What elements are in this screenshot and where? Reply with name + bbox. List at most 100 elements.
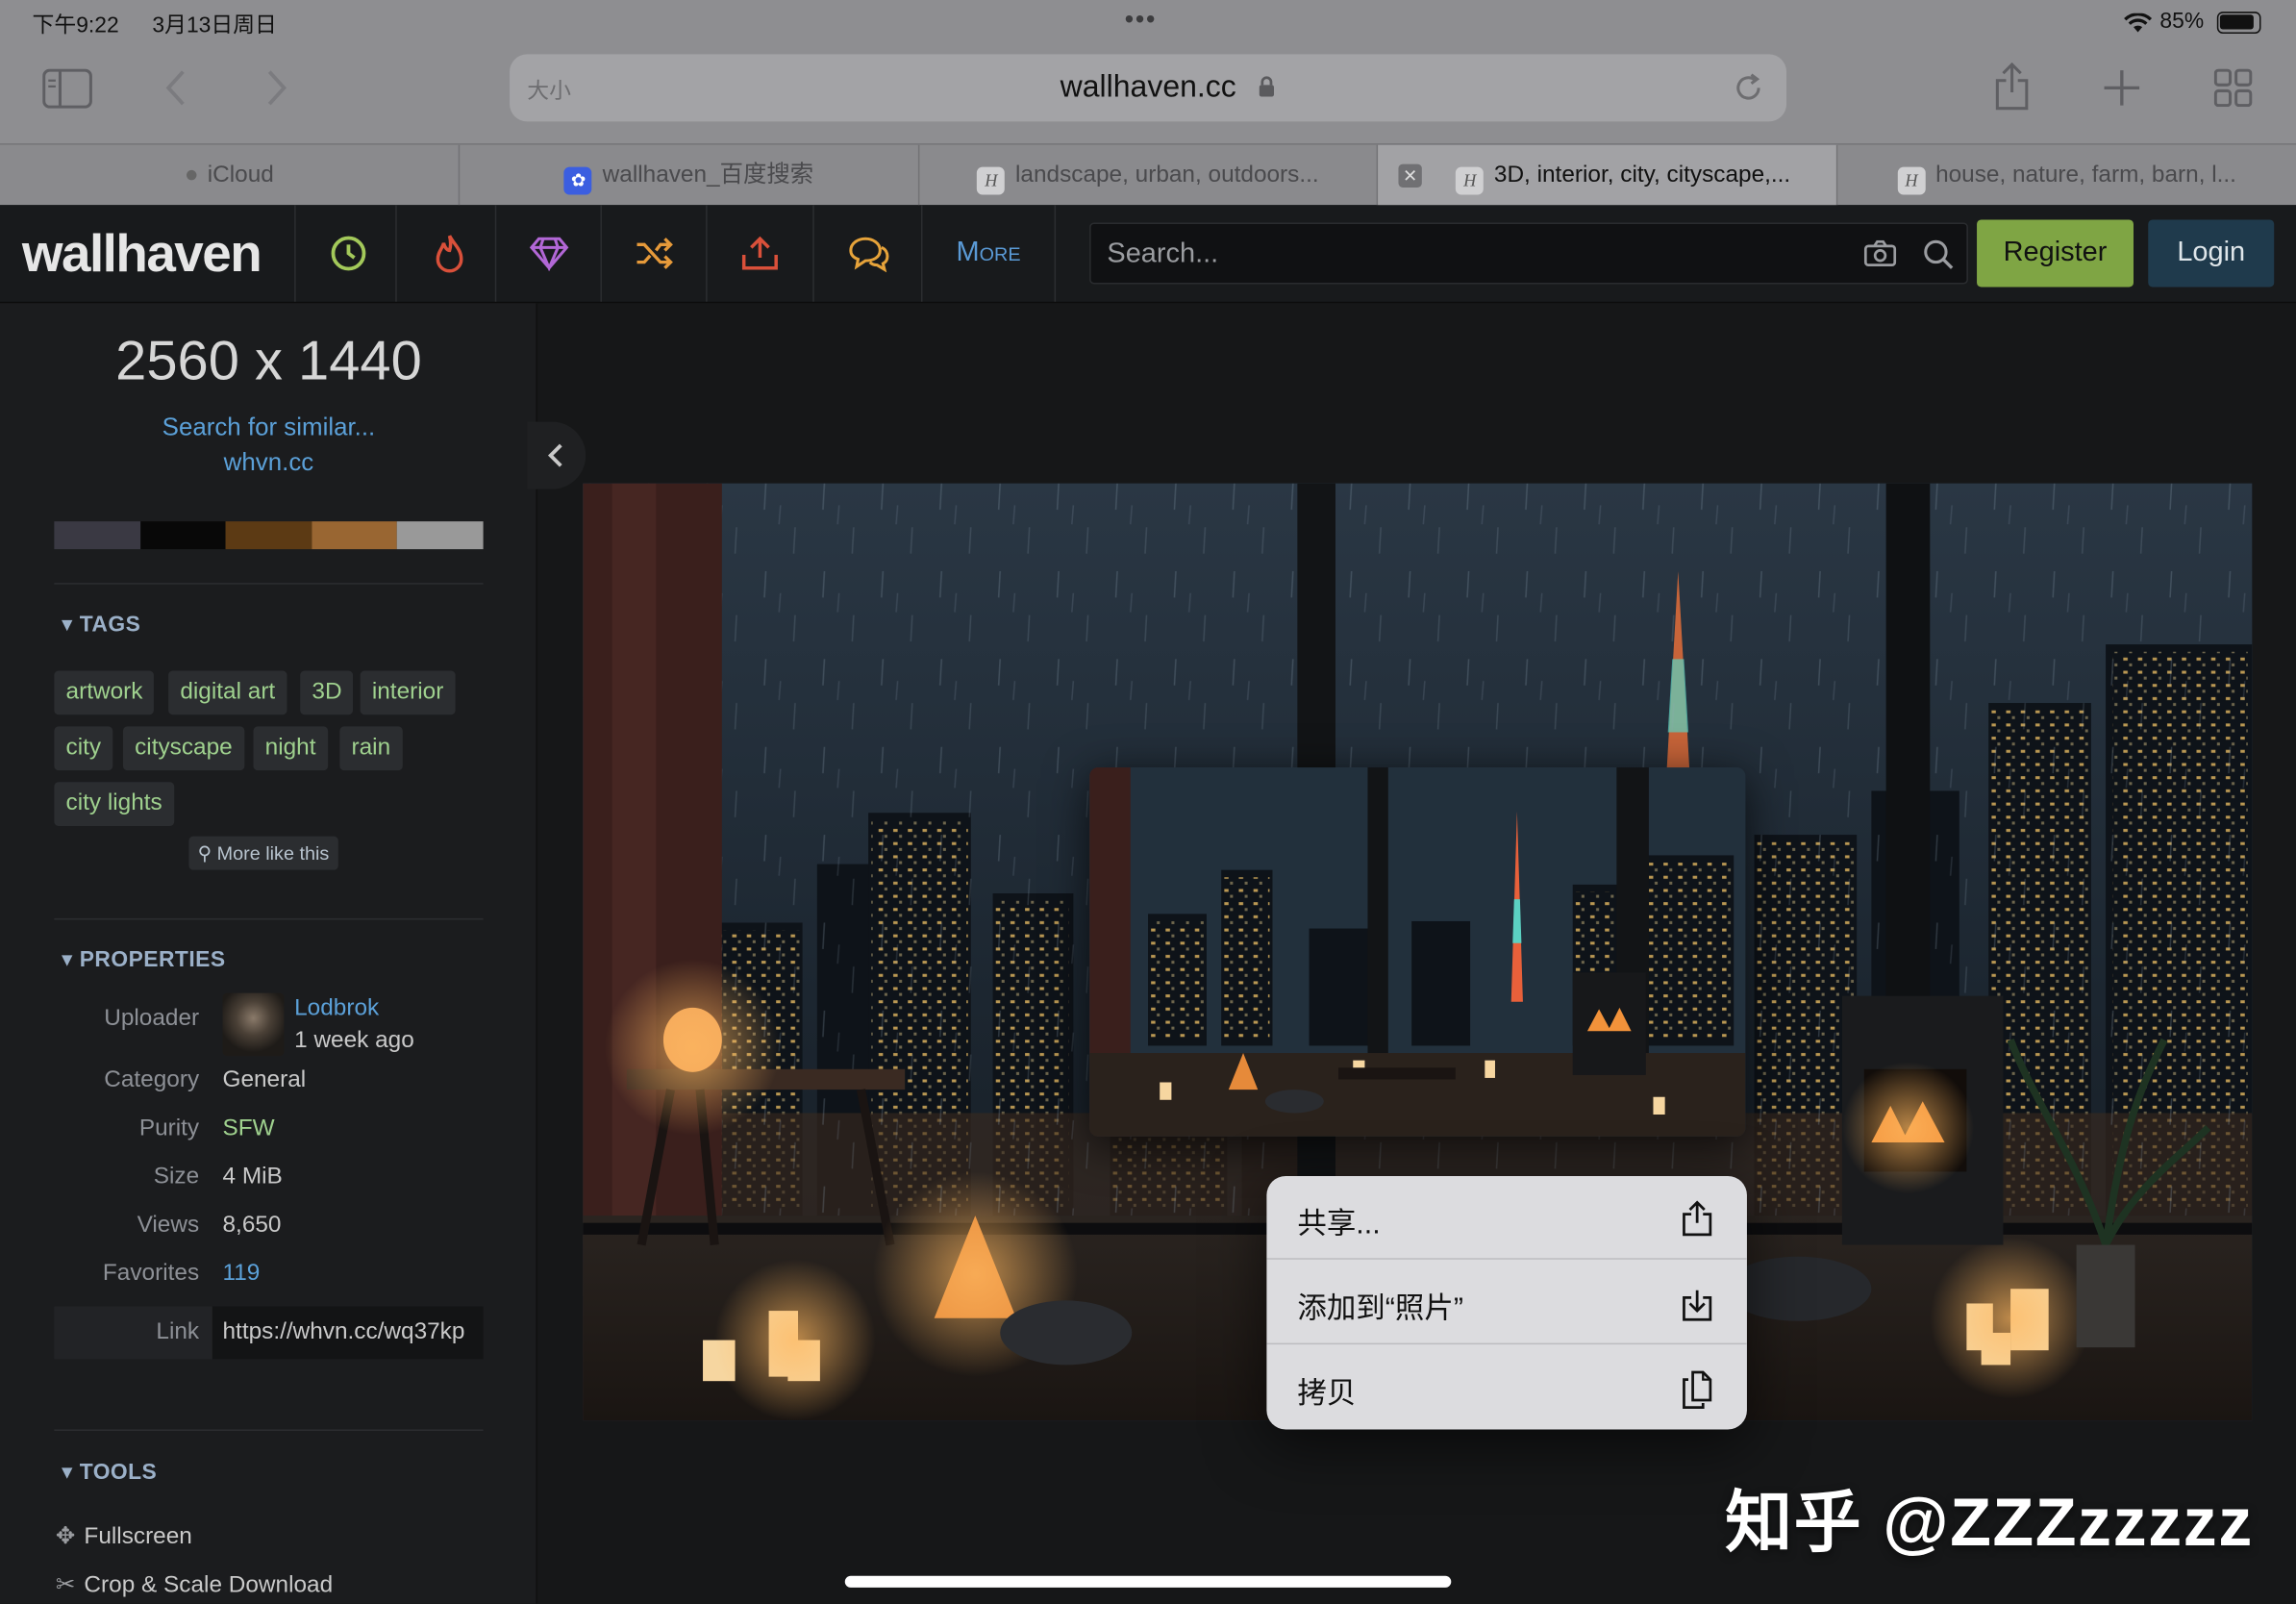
link-label: Link — [156, 1319, 200, 1345]
chat-bubbles-icon — [848, 237, 888, 273]
context-menu: 共享... 添加到“照片” 拷贝 — [1266, 1175, 1747, 1430]
login-button[interactable]: Login — [2148, 219, 2275, 288]
tag-artwork[interactable]: artwork — [54, 670, 155, 715]
register-button[interactable]: Register — [1977, 219, 2134, 288]
tag-night[interactable]: night — [253, 726, 328, 771]
tab-baidu[interactable]: ✿ wallhaven_百度搜索 — [460, 144, 920, 207]
tab-label: iCloud — [207, 163, 274, 188]
flame-icon — [435, 235, 462, 273]
tag-interior[interactable]: interior — [360, 670, 456, 715]
latest-button[interactable] — [294, 205, 400, 302]
tools-heading[interactable]: ▾ TOOLS — [62, 1459, 157, 1485]
sidebar-toggle-icon[interactable] — [42, 68, 92, 109]
share-toolbar-icon[interactable] — [1993, 62, 2032, 112]
random-button[interactable] — [600, 205, 706, 302]
uploader-name[interactable]: Lodbrok — [294, 996, 379, 1022]
tools-heading-label: TOOLS — [79, 1460, 158, 1486]
move-arrows-icon: ✥ — [55, 1524, 76, 1550]
fullscreen-tool[interactable]: ✥ Fullscreen — [56, 1521, 192, 1550]
tab-label: 3D, interior, city, cityscape,... — [1493, 163, 1791, 188]
tag-digital-art[interactable]: digital art — [168, 670, 287, 715]
preview-thumbnail-illustration — [1089, 767, 1746, 1137]
save-to-photos-icon — [1683, 1290, 1712, 1321]
address-bar[interactable]: 大小 wallhaven.cc — [510, 54, 1787, 122]
tab-label: wallhaven_百度搜索 — [602, 163, 814, 188]
home-indicator[interactable] — [844, 1575, 1452, 1588]
add-to-photos-menu-item[interactable]: 添加到“照片” — [1266, 1261, 1747, 1345]
tag-city[interactable]: city — [54, 726, 113, 771]
wallhaven-favicon-icon: H — [977, 166, 1006, 195]
search-input[interactable]: Search... — [1089, 222, 1968, 285]
toplist-button[interactable] — [494, 205, 601, 302]
multitasking-dots[interactable]: ••• — [1125, 5, 1157, 36]
wallhaven-favicon-icon: H — [1456, 166, 1485, 195]
tag-city-lights[interactable]: city lights — [54, 782, 174, 826]
forward-icon[interactable] — [265, 69, 288, 108]
wallhaven-favicon-icon: H — [1897, 166, 1926, 195]
new-tab-icon[interactable] — [2103, 69, 2141, 108]
palette-swatch[interactable] — [139, 521, 226, 550]
palette-swatch[interactable] — [225, 521, 312, 550]
tab-overview-icon[interactable] — [2213, 68, 2253, 108]
status-date: 3月13日周日 — [152, 13, 277, 38]
lock-icon — [1259, 76, 1275, 97]
share-label: 共享... — [1297, 1208, 1381, 1241]
uploader-avatar[interactable] — [222, 992, 285, 1057]
add-to-photos-label: 添加到“照片” — [1297, 1292, 1463, 1326]
divider — [54, 1429, 484, 1431]
size-value: 4 MiB — [222, 1164, 283, 1190]
tag-rain[interactable]: rain — [339, 726, 403, 771]
search-icon: ⚲ — [197, 841, 212, 865]
share-icon — [1683, 1200, 1712, 1237]
favorites-label: Favorites — [102, 1261, 200, 1287]
copy-menu-item[interactable]: 拷贝 — [1266, 1346, 1747, 1430]
palette-swatch[interactable] — [397, 521, 484, 550]
tag-3d[interactable]: 3D — [300, 670, 354, 715]
more-like-this-button[interactable]: ⚲ More like this — [188, 836, 338, 870]
site-logo[interactable]: wallhaven — [22, 222, 262, 284]
status-time: 下午9:22 — [32, 13, 119, 38]
clock-icon — [330, 236, 365, 271]
fullscreen-label: Fullscreen — [84, 1524, 192, 1550]
back-icon[interactable] — [164, 69, 187, 108]
tab-bar: ● iCloud ✿ wallhaven_百度搜索 Hlandscape, urba… — [0, 143, 2296, 207]
search-placeholder: Search... — [1107, 238, 1219, 270]
short-link[interactable]: whvn.cc — [0, 448, 537, 477]
tab-house-nature[interactable]: Hhouse, nature, farm, barn, l... — [1837, 145, 2296, 207]
favorites-value[interactable]: 119 — [222, 1261, 260, 1287]
scissors-icon: ✂ — [55, 1572, 76, 1598]
uploader-label: Uploader — [104, 1006, 200, 1032]
color-palette — [54, 521, 484, 550]
image-preview — [1089, 767, 1746, 1137]
tab-3d-interior[interactable]: ✕ H 3D, interior, city, cityscape,... — [1378, 144, 1838, 207]
reload-icon[interactable] — [1733, 72, 1765, 105]
search-similar-link[interactable]: Search for similar... — [0, 413, 537, 441]
upload-button[interactable] — [706, 205, 811, 302]
share-menu-item[interactable]: 共享... — [1266, 1176, 1747, 1260]
close-tab-icon[interactable]: ✕ — [1398, 163, 1422, 188]
upload-icon — [741, 236, 778, 270]
properties-heading[interactable]: ▾ PROPERTIES — [62, 946, 226, 972]
hot-button[interactable] — [395, 205, 501, 302]
search-icon[interactable] — [1923, 238, 1956, 271]
tag-cityscape[interactable]: cityscape — [122, 726, 244, 771]
palette-swatch[interactable] — [312, 521, 398, 550]
forums-button[interactable] — [812, 205, 921, 302]
tags-heading[interactable]: ▾ TAGS — [62, 611, 140, 638]
properties-heading-label: PROPERTIES — [79, 947, 226, 973]
apple-icon: ● — [184, 163, 199, 188]
crop-scale-tool[interactable]: ✂ Crop & Scale Download — [56, 1570, 333, 1599]
more-menu-button[interactable]: More — [920, 205, 1057, 302]
zhihu-watermark: 知乎 @ZZZzzzzz — [1725, 1483, 2254, 1560]
tab-icloud[interactable]: ● iCloud — [0, 144, 461, 207]
palette-swatch[interactable] — [54, 521, 140, 550]
copy-label: 拷贝 — [1297, 1378, 1357, 1411]
text-size-button[interactable]: 大小 — [527, 75, 571, 106]
safari-toolbar: 下午9:22 3月13日周日 ••• 85% 大小 wallhaven.cc — [0, 0, 2296, 144]
link-field[interactable]: https://whvn.cc/wq37kp — [212, 1306, 484, 1360]
battery-percent: 85% — [2159, 9, 2205, 35]
tab-landscape[interactable]: Hlandscape, urban, outdoors... — [919, 144, 1379, 207]
chevron-left-icon — [547, 443, 562, 467]
views-value: 8,650 — [222, 1213, 282, 1238]
camera-icon[interactable] — [1863, 239, 1897, 267]
